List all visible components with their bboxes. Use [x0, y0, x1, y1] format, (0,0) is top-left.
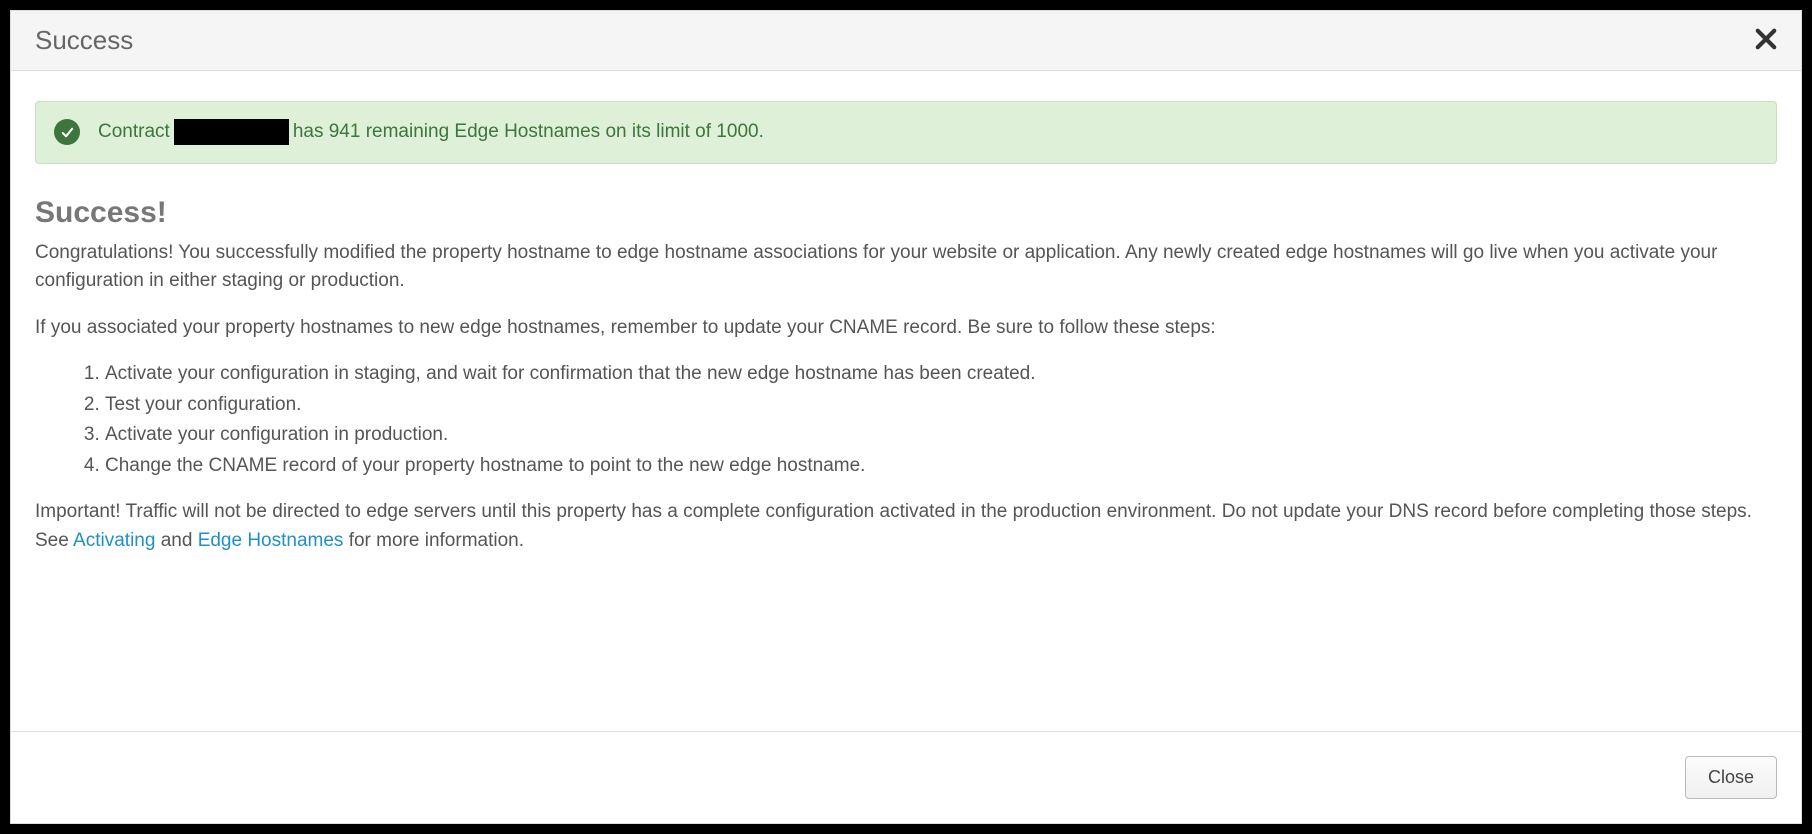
list-item: Test your configuration. — [105, 391, 1777, 420]
modal-header: Success — [11, 11, 1801, 71]
modal-footer: Close — [11, 731, 1801, 823]
success-modal: Success Contract has 941 remaining Edge … — [10, 10, 1802, 824]
success-heading: Success! — [35, 190, 1777, 235]
edge-hostnames-link[interactable]: Edge Hostnames — [198, 530, 344, 551]
steps-list: Activate your configuration in staging, … — [35, 360, 1777, 480]
list-item: Activate your configuration in staging, … — [105, 360, 1777, 389]
paragraph-steps-intro: If you associated your property hostname… — [35, 314, 1777, 343]
list-item: Activate your configuration in productio… — [105, 421, 1777, 450]
list-item: Change the CNAME record of your property… — [105, 452, 1777, 481]
alert-text: Contract has 941 remaining Edge Hostname… — [98, 118, 764, 147]
close-icon[interactable] — [1755, 27, 1777, 55]
paragraph-congrats: Congratulations! You successfully modifi… — [35, 239, 1777, 296]
activating-link[interactable]: Activating — [73, 530, 155, 551]
alert-prefix: Contract — [98, 118, 170, 147]
alert-suffix: has 941 remaining Edge Hostnames on its … — [293, 118, 764, 147]
important-post: for more information. — [343, 530, 524, 551]
important-mid: and — [155, 530, 197, 551]
modal-title: Success — [35, 25, 133, 56]
check-icon — [54, 119, 80, 145]
success-alert: Contract has 941 remaining Edge Hostname… — [35, 101, 1777, 164]
modal-body: Contract has 941 remaining Edge Hostname… — [11, 71, 1801, 731]
paragraph-important: Important! Traffic will not be directed … — [35, 498, 1777, 555]
redacted-contract-id — [174, 119, 289, 145]
close-button[interactable]: Close — [1685, 756, 1777, 799]
